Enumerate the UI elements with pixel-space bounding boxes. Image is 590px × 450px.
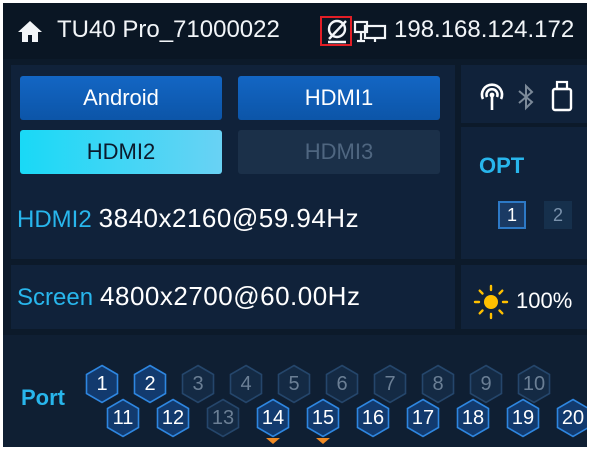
port-13[interactable]: 13 [206,398,240,438]
port-number: 19 [511,406,535,429]
source-hdmi1-button[interactable]: HDMI1 [238,76,440,120]
ip-address: 198.168.124.172 [394,16,575,43]
opt-title: OPT [479,153,525,178]
port-label: Port [21,385,65,410]
port-number: 15 [311,406,335,429]
brightness-value: 100% [516,288,573,313]
port-20[interactable]: 20 [556,398,587,438]
port-number: 16 [361,406,385,429]
screen-resolution-label: Screen [17,284,94,311]
port-number: 18 [461,406,485,429]
device-screen: TU40 Pro_71000022 198.168.124.172 Androi… [3,3,587,447]
lan-icon [353,20,387,43]
sun-icon [473,284,509,320]
usb-drive-icon [551,80,573,112]
opt-port-2[interactable]: 2 [544,201,572,229]
port-15[interactable]: 15 [306,398,340,444]
port-number: 11 [112,406,134,429]
screen-resolution-value: 4800x2700@60.00Hz [100,281,361,311]
port-19[interactable]: 19 [506,398,540,438]
input-resolution: HDMI2 3840x2160@59.94Hz [17,203,359,234]
input-resolution-value: 3840x2160@59.94Hz [98,203,360,233]
port-16[interactable]: 16 [356,398,390,438]
port-14[interactable]: 14 [256,398,290,444]
wifi-signal-icon [480,83,504,110]
screen-resolution: Screen 4800x2700@60.00Hz [17,281,360,312]
port-number: 12 [161,406,185,429]
port-marker-icon [316,438,330,444]
port-11[interactable]: 11 [106,398,140,438]
device-name: TU40 Pro_71000022 [57,16,280,43]
source-hdmi3-button[interactable]: HDMI3 [238,130,440,174]
port-18[interactable]: 18 [456,398,490,438]
source-android-button[interactable]: Android [20,76,222,120]
no-link-icon [327,19,347,44]
port-17[interactable]: 17 [406,398,440,438]
port-number: 14 [261,406,285,429]
port-number: 20 [561,406,585,429]
port-number: 13 [211,406,235,429]
home-icon[interactable] [17,19,43,43]
port-number: 17 [411,406,435,429]
input-resolution-label: HDMI2 [17,206,92,233]
port-12[interactable]: 12 [156,398,190,438]
source-hdmi2-button[interactable]: HDMI2 [20,130,222,174]
opt-panel [461,127,587,259]
port-marker-icon [266,438,280,444]
bluetooth-icon [518,83,534,111]
opt-port-1[interactable]: 1 [498,201,526,229]
